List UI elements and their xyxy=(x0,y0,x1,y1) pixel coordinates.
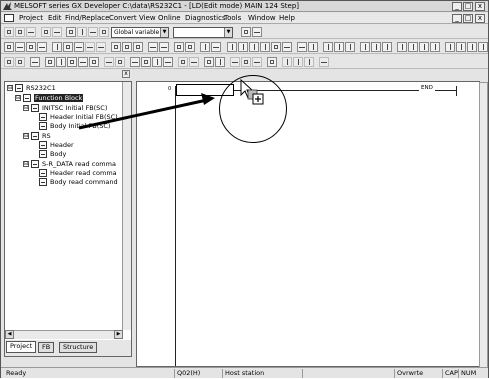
status-caps: CAP xyxy=(442,369,458,378)
status-station: Host station xyxy=(222,369,302,378)
status-num: NUM xyxy=(458,369,488,378)
drag-arrow-icon xyxy=(78,93,215,130)
status-blank xyxy=(302,369,394,378)
status-bar: Ready Q02(H) Host station Ovrwrte CAP NU… xyxy=(1,367,488,378)
status-ready: Ready xyxy=(6,369,27,377)
drag-cursor-icon xyxy=(240,79,264,105)
app-window: MELSOFT series GX Developer C:\data\RS23… xyxy=(0,0,489,378)
status-cpu: Q02(H) xyxy=(174,369,222,378)
status-mode: Ovrwrte xyxy=(394,369,442,378)
